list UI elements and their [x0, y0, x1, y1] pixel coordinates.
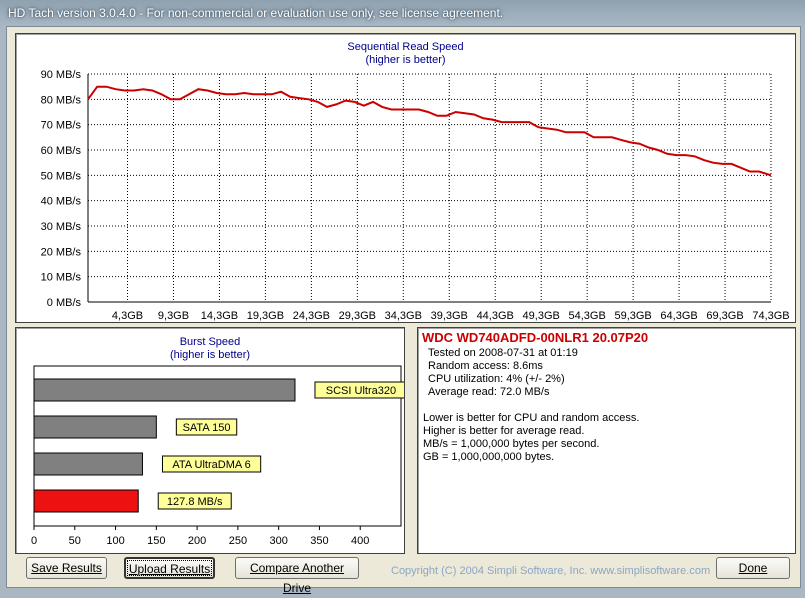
x-tick-label: 100 [106, 535, 124, 547]
drive-info-panel: WDC WD740ADFD-00NLR1 20.07P20 Tested on … [417, 327, 796, 554]
x-tick-label: 50 [69, 535, 81, 547]
x-tick-label: 24,3GB [293, 310, 330, 322]
y-tick-label: 30 MB/s [41, 221, 82, 233]
read-speed-line [87, 85, 772, 177]
x-tick-label: 34,3GB [385, 310, 422, 322]
compare-another-drive-button[interactable]: Compare Another Drive [235, 557, 359, 595]
y-tick-label: 70 MB/s [41, 120, 82, 132]
x-tick-label: 29,3GB [339, 310, 376, 322]
y-tick-label: 0 MB/s [47, 297, 82, 309]
burst-bar [33, 415, 157, 439]
note-gb-definition: GB = 1,000,000,000 bytes. [423, 451, 555, 463]
x-tick-label: 400 [351, 535, 369, 547]
save-results-button[interactable]: Save Results [26, 557, 107, 579]
burst-speed-panel: Burst Speed (higher is better) 0 50 100 150… [15, 327, 405, 554]
note-mbs-definition: MB/s = 1,000,000 bytes per second. [423, 438, 600, 450]
upload-results-button[interactable]: Upload Results [124, 557, 215, 579]
copyright-text: Copyright (C) 2004 Simpli Software, Inc.… [391, 565, 711, 577]
y-tick-label: 50 MB/s [41, 170, 82, 182]
burst-bar-label: 127.8 MB/s [167, 496, 223, 508]
x-tick-label: 300 [269, 535, 287, 547]
y-tick-label: 90 MB/s [41, 69, 82, 81]
x-tick-label: 0 [31, 535, 37, 547]
y-tick-label: 40 MB/s [41, 196, 82, 208]
x-tick-label: 14,3GB [201, 310, 238, 322]
y-tick-label: 60 MB/s [41, 145, 82, 157]
burst-bar [33, 452, 143, 476]
window-title: HD Tach version 3.0.4.0 - For non-commer… [8, 6, 504, 20]
done-button[interactable]: Done [716, 557, 790, 579]
x-tick-label: 250 [229, 535, 247, 547]
x-tick-label: 200 [188, 535, 206, 547]
burst-bar-label: ATA UltraDMA 6 [172, 459, 250, 471]
x-tick-label: 350 [310, 535, 328, 547]
y-tick-label: 10 MB/s [41, 272, 82, 284]
y-tick-label: 20 MB/s [41, 246, 82, 258]
x-tick-label: 54,3GB [568, 310, 605, 322]
main-window: Sequential Read Speed (higher is better)… [6, 26, 801, 595]
x-tick-label: 74,3GB [752, 310, 789, 322]
random-access-text: Random access: 8.6ms [428, 360, 543, 372]
x-tick-label: 19,3GB [247, 310, 284, 322]
x-tick-label: 49,3GB [523, 310, 560, 322]
tested-on-text: Tested on 2008-07-31 at 01:19 [428, 347, 578, 359]
drive-name: WDC WD740ADFD-00NLR1 20.07P20 [422, 330, 649, 345]
burst-bar-label: SCSI Ultra320 [326, 385, 396, 397]
sequential-read-panel: Sequential Read Speed (higher is better)… [15, 33, 796, 323]
cpu-utilization-text: CPU utilization: 4% (+/- 2%) [428, 373, 565, 385]
average-read-text: Average read: 72.0 MB/s [428, 386, 550, 398]
burst-speed-chart: 0 50 100 150 200 250 300 350 400 SCSI Ultra320 SAT… [31, 365, 404, 547]
x-tick-label: 64,3GB [660, 310, 697, 322]
x-tick-label: 59,3GB [614, 310, 651, 322]
title-bar: HD Tach version 3.0.4.0 - For non-commer… [0, 0, 805, 28]
x-tick-label: 4,3GB [112, 310, 143, 322]
note-average-read: Higher is better for average read. [423, 425, 585, 437]
y-tick-label: 80 MB/s [41, 94, 82, 106]
x-tick-label: 9,3GB [158, 310, 189, 322]
note-cpu-random: Lower is better for CPU and random acces… [423, 412, 640, 424]
burst-bar [33, 489, 139, 513]
x-tick-label: 69,3GB [706, 310, 743, 322]
burst-bar [33, 378, 296, 402]
x-tick-label: 150 [147, 535, 165, 547]
sequential-read-chart: 0 MB/s 10 MB/s 20 MB/s 30 MB/s 40 MB/s 50 MB/… [41, 69, 790, 322]
x-tick-label: 39,3GB [431, 310, 468, 322]
burst-bar-label: SATA 150 [183, 422, 231, 434]
x-tick-label: 44,3GB [477, 310, 514, 322]
